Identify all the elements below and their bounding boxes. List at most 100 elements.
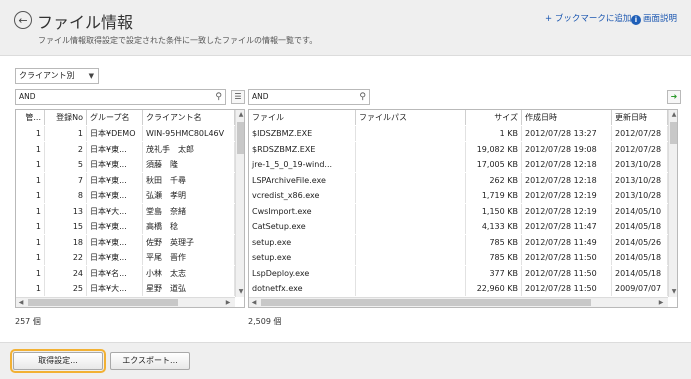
table-cell: 佐野 英理子 [143, 234, 235, 250]
table-cell: 茂礼手 太郎 [143, 141, 235, 157]
export-icon[interactable]: ➜ [667, 90, 681, 104]
table-cell: 2012/07/28 12:18 [522, 157, 612, 172]
search-icon[interactable]: ⚲ [215, 90, 222, 104]
table-cell: 2 [45, 141, 87, 157]
table-cell: 4,133 KB [466, 219, 522, 234]
search-icon[interactable]: ⚲ [359, 90, 366, 104]
scroll-up-icon[interactable]: ▲ [669, 110, 677, 120]
table-cell: 1 [16, 265, 45, 281]
table-cell: 13 [45, 203, 87, 219]
table-cell: 日本¥東... [87, 188, 143, 203]
scroll-left-icon[interactable]: ◀ [16, 298, 26, 307]
table-cell: 須藤 隆 [143, 157, 235, 172]
table-cell: 1 [16, 250, 45, 265]
table-cell [356, 219, 466, 234]
table-cell: 262 KB [466, 172, 522, 188]
table-cell: 2012/07/28 12:18 [522, 172, 612, 188]
table-cell: 5 [45, 157, 87, 172]
table-cell: 星野 道弘 [143, 281, 235, 296]
file-count: 2,509 個 [248, 317, 282, 326]
horizontal-scrollbar[interactable]: ◀ ▶ [249, 297, 668, 307]
table-cell: 22 [45, 250, 87, 265]
grouping-select[interactable]: クライアント別 ▼ [15, 68, 99, 84]
table-cell: 2009/07/07 [612, 281, 668, 296]
table-cell [356, 281, 466, 296]
table-cell: 1,150 KB [466, 203, 522, 219]
table-cell: 日本¥大... [87, 203, 143, 219]
table-cell: 1 [16, 141, 45, 157]
scroll-up-icon[interactable]: ▲ [236, 110, 244, 120]
column-header[interactable]: サイズ [466, 110, 522, 125]
table-cell [356, 141, 466, 157]
table-cell: setup.exe [249, 250, 356, 265]
column-header[interactable]: 登録No [45, 110, 87, 125]
chevron-down-icon: ▼ [88, 72, 94, 80]
bookmark-link[interactable]: + ブックマークに追加 [545, 12, 631, 24]
table-cell: 2013/10/28 [612, 172, 668, 188]
table-cell: 2013/10/28 [612, 188, 668, 203]
table-cell: 2012/07/28 11:50 [522, 281, 612, 296]
table-cell [356, 172, 466, 188]
list-icon[interactable]: ☰ [231, 90, 245, 104]
scroll-right-icon[interactable]: ▶ [656, 298, 666, 307]
table-cell: 2012/07/28 11:49 [522, 234, 612, 250]
help-link[interactable]: i 画面説明 [631, 12, 677, 25]
column-header[interactable]: ファイルパス [356, 110, 466, 125]
table-cell: 高橋 稔 [143, 219, 235, 234]
column-header[interactable]: ファイル [249, 110, 356, 125]
table-cell: 17,005 KB [466, 157, 522, 172]
table-cell: 19,082 KB [466, 141, 522, 157]
table-cell [356, 188, 466, 203]
horizontal-scrollbar[interactable]: ◀ ▶ [16, 297, 235, 307]
table-cell: 2014/05/18 [612, 250, 668, 265]
column-header[interactable]: 管... [16, 110, 45, 125]
table-cell: LSPArchiveFile.exe [249, 172, 356, 188]
scroll-right-icon[interactable]: ▶ [223, 298, 233, 307]
table-cell: 2013/10/28 [612, 157, 668, 172]
table-cell: 日本¥名... [87, 265, 143, 281]
file-search-input[interactable]: AND ⚲ [248, 89, 370, 105]
table-cell: 日本¥大... [87, 281, 143, 296]
header: ← ファイル情報 ファイル情報取得設定で設定された条件に一致したファイルの情報一… [0, 0, 691, 56]
table-cell: 1 [16, 126, 45, 141]
table-cell: 2012/07/28 12:19 [522, 188, 612, 203]
column-header[interactable]: 更新日時 [612, 110, 668, 125]
scroll-down-icon[interactable]: ▼ [236, 287, 244, 297]
scrollbar-thumb[interactable] [237, 122, 244, 154]
acquire-settings-button[interactable]: 取得設定... [10, 349, 106, 373]
vertical-scrollbar[interactable]: ▲ ▼ [668, 110, 677, 297]
table-cell: 日本¥東... [87, 250, 143, 265]
table-cell: 2014/05/10 [612, 203, 668, 219]
table-cell: 1 [16, 188, 45, 203]
client-count: 257 個 [15, 317, 41, 326]
table-cell: 平尾 晋作 [143, 250, 235, 265]
table-cell: 秋田 千尋 [143, 172, 235, 188]
table-cell: CwsImport.exe [249, 203, 356, 219]
scrollbar-thumb[interactable] [670, 122, 677, 144]
scroll-left-icon[interactable]: ◀ [249, 298, 259, 307]
back-arrow-icon[interactable]: ← [14, 11, 32, 29]
column-header[interactable]: グループ名 [87, 110, 143, 125]
vertical-scrollbar[interactable]: ▲ ▼ [235, 110, 244, 297]
table-cell: $RDSZBMZ.EXE [249, 141, 356, 157]
help-link-label: 画面説明 [643, 14, 678, 24]
table-cell: 日本¥DEMO [87, 126, 143, 141]
export-button[interactable]: エクスポート... [110, 352, 190, 370]
file-search-value: AND [252, 92, 269, 101]
scrollbar-thumb[interactable] [28, 299, 178, 306]
table-cell: 2012/07/28 11:50 [522, 250, 612, 265]
table-cell: 小林 太志 [143, 265, 235, 281]
scroll-down-icon[interactable]: ▼ [669, 287, 677, 297]
column-header[interactable]: 作成日時 [522, 110, 612, 125]
table-cell: 1 [16, 157, 45, 172]
table-cell: 堂島 奈緒 [143, 203, 235, 219]
table-cell: 日本¥東... [87, 157, 143, 172]
table-cell: CatSetup.exe [249, 219, 356, 234]
scrollbar-thumb[interactable] [261, 299, 591, 306]
client-search-value: AND [19, 92, 36, 101]
column-header[interactable]: クライアント名 [143, 110, 235, 125]
table-cell [356, 250, 466, 265]
table-cell: 1 [16, 219, 45, 234]
table-cell: 日本¥東... [87, 219, 143, 234]
client-search-input[interactable]: AND ⚲ [15, 89, 226, 105]
